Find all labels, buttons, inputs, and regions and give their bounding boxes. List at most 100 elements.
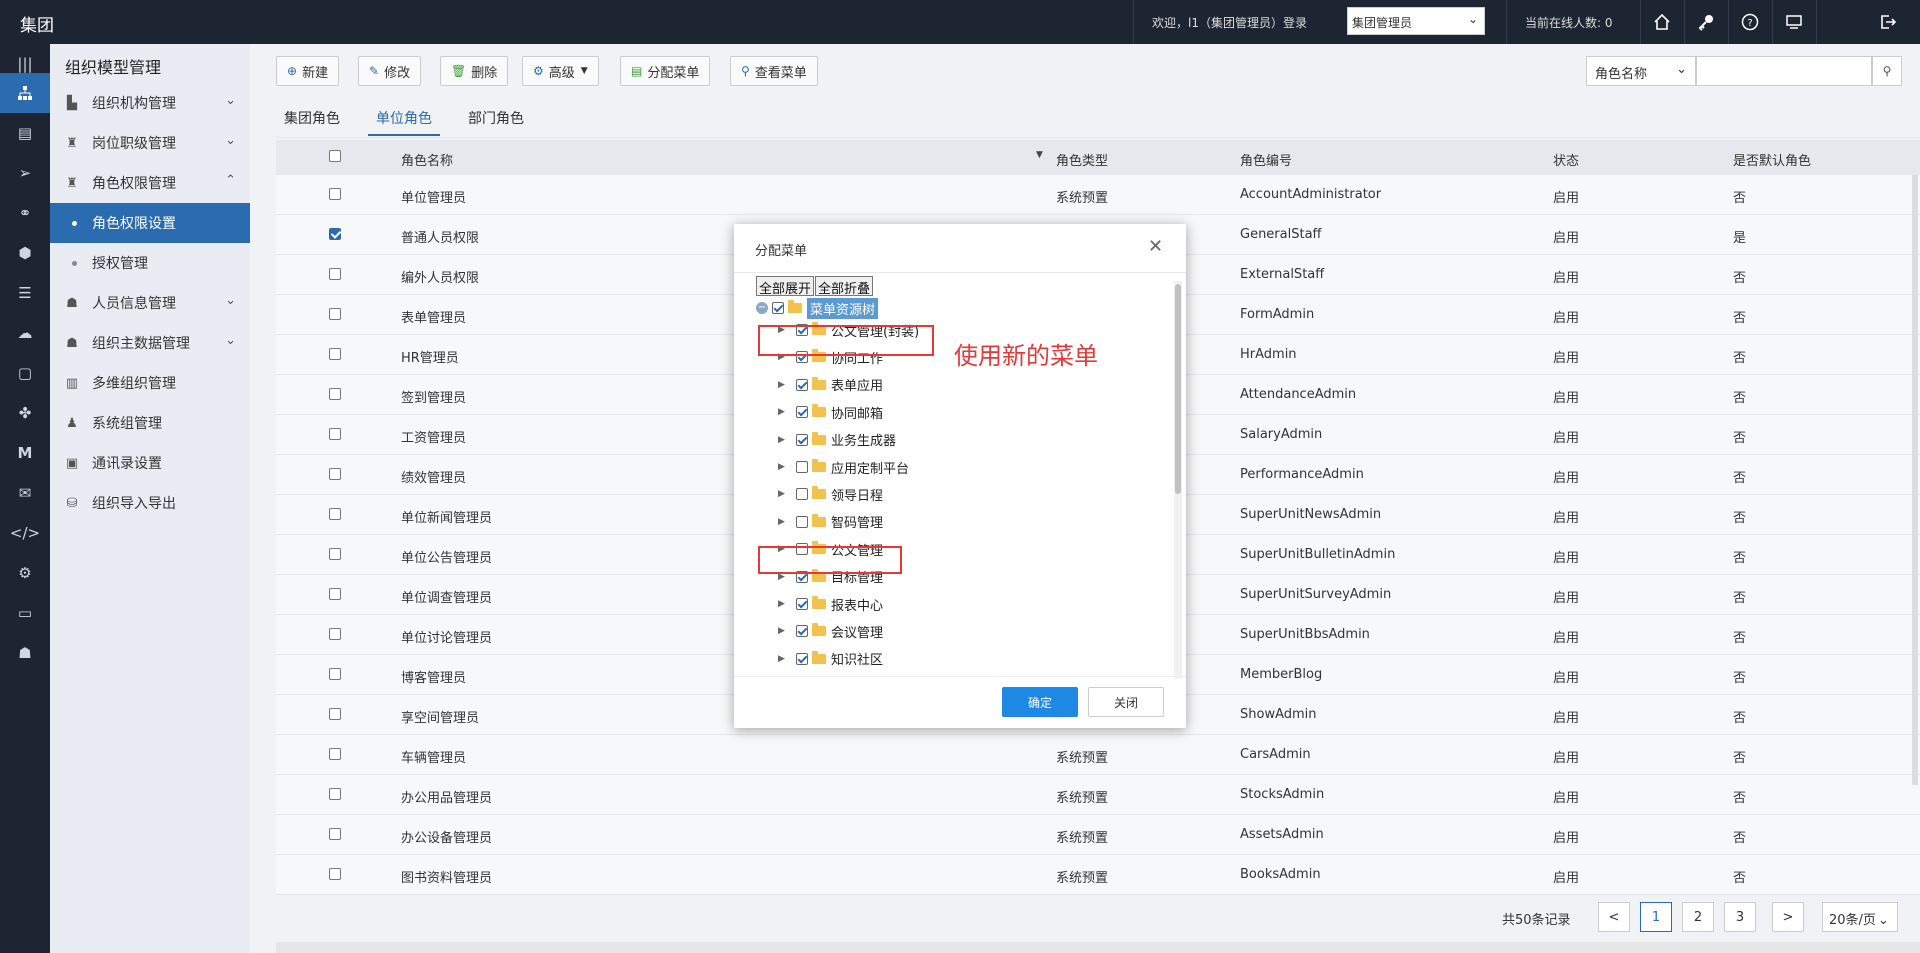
- sidebar-item-role[interactable]: ♜ 角色权限管理 ⌃: [50, 163, 250, 203]
- sort-desc-icon[interactable]: ▼: [1036, 150, 1043, 160]
- row-checkbox[interactable]: [329, 188, 341, 200]
- card-icon[interactable]: ▤: [0, 113, 50, 153]
- file-icon[interactable]: ▢: [0, 353, 50, 393]
- tree-checkbox[interactable]: [772, 302, 784, 314]
- layers-icon[interactable]: ☰: [0, 273, 50, 313]
- close-button[interactable]: 关闭: [1088, 687, 1164, 717]
- dialog-scrollbar-thumb[interactable]: [1175, 284, 1181, 494]
- tree-checkbox[interactable]: [796, 433, 808, 446]
- page-size-select[interactable]: 20条/页 ⌄: [1822, 902, 1898, 932]
- expand-arrow-icon[interactable]: ▶: [778, 626, 786, 636]
- col-role-code[interactable]: 角色编号: [1240, 150, 1292, 169]
- tree-checkbox[interactable]: [796, 378, 808, 391]
- row-checkbox[interactable]: [329, 508, 341, 520]
- expand-arrow-icon[interactable]: ▶: [778, 380, 786, 390]
- code-icon[interactable]: </>: [0, 513, 50, 553]
- sidebar-item-multidim[interactable]: ▥ 多维组织管理: [50, 363, 250, 403]
- sidebar-item-personnel[interactable]: ☗ 人员信息管理 ⌄: [50, 283, 250, 323]
- tree-checkbox[interactable]: [796, 625, 808, 638]
- col-role-name[interactable]: 角色名称: [401, 150, 453, 169]
- role-select[interactable]: 集团管理员 ⌄: [1347, 7, 1485, 35]
- horizontal-scrollbar[interactable]: [276, 942, 1920, 953]
- expand-arrow-icon[interactable]: ▶: [778, 599, 786, 609]
- collapse-icon[interactable]: −: [756, 302, 768, 314]
- new-button[interactable]: ⊕ 新建: [276, 56, 340, 86]
- row-checkbox[interactable]: [329, 788, 341, 800]
- desktop-icon[interactable]: ▭: [0, 593, 50, 633]
- table-row[interactable]: 车辆管理员 系统预置 CarsAdmin 启用 否: [276, 735, 1920, 775]
- table-row[interactable]: 图书资料管理员 系统预置 BooksAdmin 启用 否: [276, 855, 1920, 895]
- tab-group-role[interactable]: 集团角色: [284, 108, 340, 128]
- tree-node[interactable]: ▶ 领导日程: [778, 483, 883, 505]
- chat-icon[interactable]: ✉: [0, 473, 50, 513]
- confirm-button[interactable]: 确定: [1002, 687, 1078, 717]
- sidebar-item-system-group[interactable]: ♟ 系统组管理: [50, 403, 250, 443]
- tree-node[interactable]: ▶ 会议管理: [778, 620, 883, 642]
- row-checkbox[interactable]: [329, 668, 341, 680]
- org-tree-icon[interactable]: [0, 73, 50, 113]
- row-checkbox[interactable]: [329, 628, 341, 640]
- page-1-button[interactable]: 1: [1640, 902, 1672, 932]
- m-icon[interactable]: M: [0, 433, 50, 473]
- expand-arrow-icon[interactable]: ▶: [778, 489, 786, 499]
- send-icon[interactable]: ➢: [0, 153, 50, 193]
- sidebar-item-authorization[interactable]: 授权管理: [50, 243, 250, 283]
- row-checkbox[interactable]: [329, 428, 341, 440]
- sidebar-item-master-data[interactable]: ☗ 组织主数据管理 ⌄: [50, 323, 250, 363]
- delete-button[interactable]: 🗑 删除: [440, 56, 509, 86]
- logout-icon[interactable]: [1866, 0, 1910, 44]
- table-scrollbar[interactable]: [1912, 175, 1918, 785]
- assign-menu-button[interactable]: ▤ 分配菜单: [620, 56, 711, 86]
- tree-checkbox[interactable]: [796, 652, 808, 665]
- tree-checkbox[interactable]: [796, 461, 808, 473]
- close-icon[interactable]: ✕: [1148, 236, 1163, 257]
- row-checkbox[interactable]: [329, 708, 341, 720]
- help-icon[interactable]: ?: [1728, 0, 1772, 44]
- expand-arrow-icon[interactable]: ▶: [778, 407, 786, 417]
- col-role-type[interactable]: 角色类型: [1056, 150, 1108, 169]
- tree-checkbox[interactable]: [796, 488, 808, 501]
- sidebar-item-org[interactable]: ▙ 组织机构管理 ⌄: [50, 83, 250, 123]
- tab-dept-role[interactable]: 部门角色: [468, 108, 524, 128]
- expand-arrow-icon[interactable]: ▶: [778, 517, 786, 527]
- row-checkbox[interactable]: [329, 588, 341, 600]
- apps-icon[interactable]: ✤: [0, 393, 50, 433]
- tree-checkbox[interactable]: [796, 598, 808, 610]
- tree-node[interactable]: ▶ 应用定制平台: [778, 456, 909, 478]
- edit-button[interactable]: ✎ 修改: [358, 56, 422, 86]
- col-status[interactable]: 状态: [1553, 150, 1579, 169]
- table-row[interactable]: 办公用品管理员 系统预置 StocksAdmin 启用 否: [276, 775, 1920, 815]
- sidebar-item-role-settings[interactable]: 角色权限设置: [50, 203, 250, 243]
- col-default-role[interactable]: 是否默认角色: [1733, 150, 1811, 169]
- row-checkbox[interactable]: [329, 308, 341, 320]
- row-checkbox[interactable]: [329, 748, 341, 760]
- tree-node[interactable]: ▶ 知识社区: [778, 648, 883, 670]
- collapse-all-button[interactable]: 全部折叠: [815, 276, 874, 297]
- tree-node[interactable]: ▶ 业务生成器: [778, 429, 896, 451]
- row-checkbox[interactable]: [329, 468, 341, 480]
- search-field-select[interactable]: 角色名称 ⌄: [1586, 56, 1696, 86]
- row-checkbox[interactable]: [329, 388, 341, 400]
- page-3-button[interactable]: 3: [1724, 902, 1756, 932]
- select-all-checkbox[interactable]: [329, 150, 341, 162]
- view-menu-button[interactable]: ⚲ 查看菜单: [730, 56, 818, 86]
- expand-arrow-icon[interactable]: ▶: [778, 462, 786, 472]
- search-icon[interactable]: ⚲: [1872, 56, 1902, 86]
- sidebar-item-post[interactable]: ♜ 岗位职级管理 ⌄: [50, 123, 250, 163]
- expand-arrow-icon[interactable]: ▶: [778, 654, 786, 664]
- tree-checkbox[interactable]: [796, 406, 808, 419]
- row-checkbox[interactable]: [329, 268, 341, 280]
- row-checkbox[interactable]: [329, 348, 341, 360]
- table-row[interactable]: 办公设备管理员 系统预置 AssetsAdmin 启用 否: [276, 815, 1920, 855]
- row-checkbox[interactable]: [329, 548, 341, 560]
- row-checkbox[interactable]: [329, 828, 341, 840]
- next-page-button[interactable]: >: [1772, 902, 1804, 932]
- user-icon[interactable]: ☗: [0, 633, 50, 673]
- expand-arrow-icon[interactable]: ▶: [778, 435, 786, 445]
- tab-unit-role[interactable]: 单位角色: [376, 108, 432, 128]
- gear-icon[interactable]: ⚙: [0, 553, 50, 593]
- advanced-button[interactable]: ⚙ 高级 ▼: [522, 56, 599, 86]
- shield-icon[interactable]: ⬢: [0, 233, 50, 273]
- tree-checkbox[interactable]: [796, 515, 808, 528]
- cloud-icon[interactable]: ☁: [0, 313, 50, 353]
